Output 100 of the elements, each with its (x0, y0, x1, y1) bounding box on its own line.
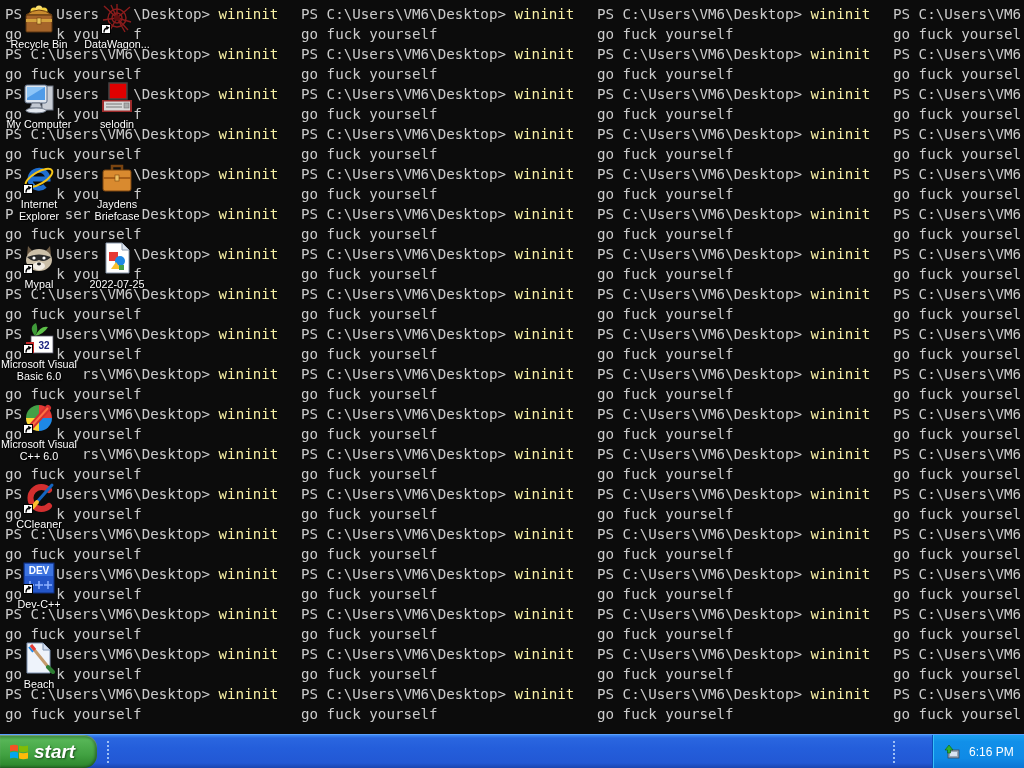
prompt-text: PS (5, 7, 23, 22)
prompt-text: PS C:\Users\VM6\Desktop> (597, 127, 802, 142)
output-text: go fuck yourself (597, 267, 734, 282)
prompt-text: Desktop> (141, 207, 210, 222)
spiderweb-icon[interactable] (101, 2, 133, 34)
output-text: go fuck yoursel (893, 507, 1022, 522)
prompt-text: PS C:\Users\VM6 (893, 127, 1022, 142)
command-text: wininit (514, 327, 575, 342)
grip-handle[interactable] (893, 740, 895, 763)
output-text: go fuck yourself (301, 667, 438, 682)
output-text: go fuck yourself (301, 507, 438, 522)
prompt-text: PS C:\Users\VM6\Desktop> (301, 167, 506, 182)
monitor-arrow-icon[interactable] (944, 743, 960, 760)
command-text: wininit (218, 407, 279, 422)
icon-label[interactable]: selodin (99, 118, 135, 130)
command-text: wininit (810, 407, 871, 422)
output-text: go fuck yoursel (893, 187, 1022, 202)
output-text: go (5, 347, 23, 362)
prompt-text: PS C:\Users\VM6\Desktop> (597, 327, 802, 342)
command-text: wininit (810, 607, 871, 622)
command-text: wininit (810, 247, 871, 262)
output-text: go fuck yourself (301, 107, 438, 122)
output-text: go fuck yourself (5, 387, 142, 402)
briefcase-icon[interactable] (101, 162, 133, 194)
icon-label[interactable]: Beach (23, 678, 55, 690)
computer-icon[interactable] (23, 82, 55, 114)
command-text: wininit (218, 567, 279, 582)
prompt-text: PS C:\Users\VM6\Desktop> (301, 247, 506, 262)
output-text: go fuck yourself (597, 387, 734, 402)
output-text: go fuck yourself (5, 707, 142, 722)
prompt-text: PS C:\Users\VM6\Desktop> (597, 487, 802, 502)
command-text: wininit (218, 7, 279, 22)
prompt-text: PS C:\Users\VM6 (893, 687, 1022, 702)
terminal-computer-icon[interactable] (101, 82, 133, 114)
prompt-text: PS C:\Users\VM6\Desktop> (301, 327, 506, 342)
prompt-text: \Desktop> (133, 167, 211, 182)
command-text: wininit (514, 487, 575, 502)
output-text: go fuck yoursel (893, 627, 1022, 642)
command-text: wininit (218, 87, 279, 102)
prompt-text: PS (5, 327, 23, 342)
prompt-text: PS C:\Users\VM6 (893, 647, 1022, 662)
prompt-text: Users (56, 7, 99, 22)
prompt-text: Users\VM6\Desktop> (56, 407, 210, 422)
command-text: wininit (810, 687, 871, 702)
command-text: wininit (218, 47, 279, 62)
prompt-text: PS C:\Users\VM6\Desktop> (597, 47, 802, 62)
prompt-text: PS C:\Users\VM6 (893, 47, 1022, 62)
prompt-text: PS C:\Users\VM6\Desktop> (301, 87, 506, 102)
command-text: wininit (218, 687, 279, 702)
prompt-text: PS C:\Users\VM6\Desktop> (5, 527, 210, 542)
command-text: wininit (810, 527, 871, 542)
prompt-text: PS C:\Users\VM6\Desktop> (597, 607, 802, 622)
command-text: wininit (218, 327, 279, 342)
windows-flag-icon (10, 743, 28, 760)
command-text: wininit (810, 447, 871, 462)
icon-label[interactable]: Mypal (24, 278, 54, 290)
output-text: go fuck yoursel (893, 347, 1022, 362)
grip-handle[interactable] (107, 740, 109, 763)
command-text: wininit (514, 127, 575, 142)
output-text: go fuck yourself (5, 227, 142, 242)
output-text: go fuck yourself (597, 27, 734, 42)
command-text: wininit (218, 447, 279, 462)
output-text: go fuck yourself (597, 427, 734, 442)
output-text: go fuck yourself (597, 307, 734, 322)
command-text: wininit (810, 87, 871, 102)
command-text: wininit (218, 167, 279, 182)
prompt-text: PS (5, 567, 23, 582)
prompt-text: PS C:\Users\VM6\Desktop> (301, 207, 506, 222)
command-text: wininit (514, 567, 575, 582)
output-text: go fuck yourself (5, 467, 142, 482)
command-text: wininit (810, 207, 871, 222)
output-text: go fuck yourself (301, 27, 438, 42)
output-text: go fuck yoursel (893, 307, 1022, 322)
dev-tile-icon[interactable]: DEV (23, 562, 55, 594)
prompt-text: \Desktop> (133, 247, 211, 262)
output-text: go fuck yourself (597, 467, 734, 482)
command-text: wininit (810, 7, 871, 22)
prompt-text: Users (56, 87, 99, 102)
prompt-text: PS C:\Users\VM6\Desktop> (597, 447, 802, 462)
prompt-text: PS C:\Users\VM6\Desktop> (301, 367, 506, 382)
prompt-text: PS C:\Users\VM6 (893, 287, 1022, 302)
prompt-text: PS (5, 247, 23, 262)
paintbrush-document-icon[interactable] (23, 642, 55, 674)
output-text: go fuck yourself (301, 387, 438, 402)
output-text: go fuck yourself (5, 627, 142, 642)
output-text: go fuck yourself (597, 507, 734, 522)
command-text: wininit (810, 367, 871, 382)
command-text: wininit (810, 647, 871, 662)
prompt-text: PS C:\Users\VM6\Desktop> (597, 567, 802, 582)
prompt-text: PS C:\Users\VM6\Desktop> (597, 167, 802, 182)
prompt-text: PS C:\Users\VM6 (893, 87, 1022, 102)
output-text: go fuck yoursel (893, 667, 1022, 682)
prompt-text: Users\VM6\Desktop> (56, 647, 210, 662)
command-text: wininit (514, 287, 575, 302)
prompt-text: PS C:\Users\VM6 (893, 407, 1022, 422)
output-text: go fuck yourself (5, 67, 142, 82)
output-text: go fuck yourself (5, 547, 142, 562)
prompt-text: PS C:\Users\VM6\Desktop> (597, 207, 802, 222)
prompt-text: PS C:\Users\VM6 (893, 527, 1022, 542)
prompt-text: Users\VM6\Desktop> (56, 487, 210, 502)
